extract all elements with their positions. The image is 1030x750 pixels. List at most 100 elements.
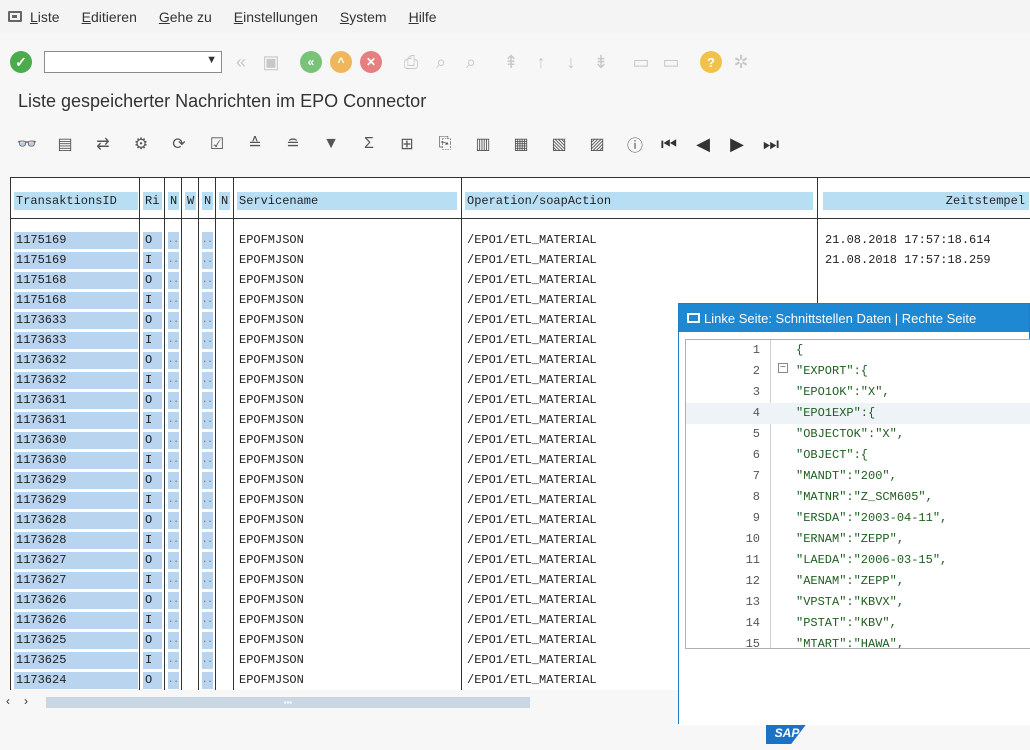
cell-servicename[interactable]: EPOFMJSON: [237, 512, 457, 529]
cell-ri[interactable]: O: [143, 352, 162, 369]
cell-w[interactable]: [185, 572, 196, 589]
cell-n2[interactable]: ...: [202, 632, 213, 649]
cell-transaktionsid[interactable]: 1173628: [14, 532, 138, 549]
table-row[interactable]: 1175168 O...... EPOFMJSON/EPO1/ETL_MATERIA…: [11, 270, 1030, 290]
cell-n3[interactable]: [219, 432, 230, 449]
code-line[interactable]: 9 "ERSDA":"2003-04-11",: [686, 508, 1030, 529]
cell-ri[interactable]: O: [143, 592, 162, 609]
cell-n2[interactable]: ...: [202, 552, 213, 569]
cell-w[interactable]: [185, 372, 196, 389]
print-preview-icon[interactable]: ⎘: [434, 133, 456, 155]
cell-n2[interactable]: ...: [202, 252, 213, 269]
graphic-icon[interactable]: ▧: [548, 133, 570, 155]
code-line[interactable]: 2 − "EXPORT":{: [686, 361, 1030, 382]
document-icon[interactable]: ▤: [54, 133, 76, 155]
code-line[interactable]: 8 "MATNR":"Z_SCM605",: [686, 487, 1030, 508]
cell-transaktionsid[interactable]: 1175168: [14, 272, 138, 289]
cell-w[interactable]: [185, 472, 196, 489]
cell-n2[interactable]: ...: [202, 452, 213, 469]
cell-n2[interactable]: ...: [202, 532, 213, 549]
cell-servicename[interactable]: EPOFMJSON: [237, 672, 457, 689]
cell-operation[interactable]: /EPO1/ETL_MATERIAL: [465, 272, 813, 289]
cell-servicename[interactable]: EPOFMJSON: [237, 432, 457, 449]
code-line[interactable]: 15 "MTART":"HAWA",: [686, 634, 1030, 648]
save-icon[interactable]: ▣: [260, 51, 282, 73]
refresh-icon[interactable]: ⟳: [168, 133, 190, 155]
cell-n3[interactable]: [219, 312, 230, 329]
cell-ri[interactable]: I: [143, 572, 162, 589]
cancel-icon[interactable]: ✕: [360, 51, 382, 73]
cell-n3[interactable]: [219, 572, 230, 589]
cell-n1[interactable]: ...: [168, 232, 179, 249]
cell-n1[interactable]: ...: [168, 552, 179, 569]
info-icon[interactable]: ⓘ: [624, 133, 646, 155]
code-line[interactable]: 4 "EPO1EXP":{: [686, 403, 1030, 424]
cell-n1[interactable]: ...: [168, 632, 179, 649]
cell-transaktionsid[interactable]: 1175168: [14, 292, 138, 309]
cell-w[interactable]: [185, 512, 196, 529]
cell-w[interactable]: [185, 632, 196, 649]
sum-icon[interactable]: Σ: [358, 133, 380, 155]
cell-ri[interactable]: O: [143, 672, 162, 689]
cell-ri[interactable]: O: [143, 632, 162, 649]
cell-ri[interactable]: I: [143, 652, 162, 669]
cell-servicename[interactable]: EPOFMJSON: [237, 372, 457, 389]
menu-hilfe[interactable]: Hilfe: [409, 9, 437, 25]
cell-transaktionsid[interactable]: 1175169: [14, 252, 138, 269]
last-page-icon[interactable]: ⇟: [590, 51, 612, 73]
cell-w[interactable]: [185, 272, 196, 289]
cell-transaktionsid[interactable]: 1173628: [14, 512, 138, 529]
print-icon[interactable]: ⎙: [400, 51, 422, 73]
cell-n2[interactable]: ...: [202, 652, 213, 669]
code-line[interactable]: 5 "OBJECTOK":"X",: [686, 424, 1030, 445]
command-input[interactable]: [47, 53, 201, 73]
code-line[interactable]: 1{: [686, 340, 1030, 361]
cell-n1[interactable]: ...: [168, 492, 179, 509]
cell-transaktionsid[interactable]: 1173633: [14, 312, 138, 329]
find-next-icon[interactable]: ⌕: [460, 51, 482, 73]
cell-n3[interactable]: [219, 292, 230, 309]
cell-transaktionsid[interactable]: 1173626: [14, 592, 138, 609]
cell-transaktionsid[interactable]: 1173630: [14, 432, 138, 449]
cell-n3[interactable]: [219, 332, 230, 349]
select-icon[interactable]: ☑: [206, 133, 228, 155]
cell-w[interactable]: [185, 392, 196, 409]
menu-liste[interactable]: Liste: [30, 9, 60, 25]
column-header-zeitstempel[interactable]: Zeitstempel: [823, 192, 1029, 210]
cell-n1[interactable]: ...: [168, 572, 179, 589]
cell-ri[interactable]: I: [143, 452, 162, 469]
cell-n2[interactable]: ...: [202, 432, 213, 449]
column-header-n1[interactable]: N: [168, 192, 179, 210]
sort-descending-icon[interactable]: ≘: [282, 133, 304, 155]
code-line[interactable]: 6 "OBJECT":{: [686, 445, 1030, 466]
cell-n2[interactable]: ...: [202, 312, 213, 329]
cell-servicename[interactable]: EPOFMJSON: [237, 392, 457, 409]
cell-n1[interactable]: ...: [168, 652, 179, 669]
cell-operation[interactable]: /EPO1/ETL_MATERIAL: [465, 252, 813, 269]
previous-page-icon[interactable]: ↑: [530, 51, 552, 73]
menu-gehe-zu[interactable]: Gehe zu: [159, 9, 212, 25]
cell-n2[interactable]: ...: [202, 372, 213, 389]
command-field[interactable]: ▼: [44, 51, 222, 73]
cell-transaktionsid[interactable]: 1173632: [14, 372, 138, 389]
cell-ri[interactable]: O: [143, 432, 162, 449]
column-header-n3[interactable]: N: [219, 192, 230, 210]
cell-ri[interactable]: O: [143, 232, 162, 249]
cell-n1[interactable]: ...: [168, 272, 179, 289]
cell-ri[interactable]: O: [143, 312, 162, 329]
cell-transaktionsid[interactable]: 1173624: [14, 672, 138, 689]
cell-servicename[interactable]: EPOFMJSON: [237, 292, 457, 309]
cell-servicename[interactable]: EPOFMJSON: [237, 592, 457, 609]
fold-collapse-icon[interactable]: −: [778, 363, 788, 374]
cell-n3[interactable]: [219, 412, 230, 429]
help-icon[interactable]: ?: [700, 51, 722, 73]
cell-transaktionsid[interactable]: 1173627: [14, 572, 138, 589]
cell-w[interactable]: [185, 332, 196, 349]
cell-w[interactable]: [185, 292, 196, 309]
cell-n1[interactable]: ...: [168, 312, 179, 329]
window-menu-icon[interactable]: [8, 11, 22, 22]
cell-operation[interactable]: /EPO1/ETL_MATERIAL: [465, 232, 813, 249]
cell-transaktionsid[interactable]: 1173625: [14, 652, 138, 669]
cell-servicename[interactable]: EPOFMJSON: [237, 612, 457, 629]
cell-w[interactable]: [185, 232, 196, 249]
